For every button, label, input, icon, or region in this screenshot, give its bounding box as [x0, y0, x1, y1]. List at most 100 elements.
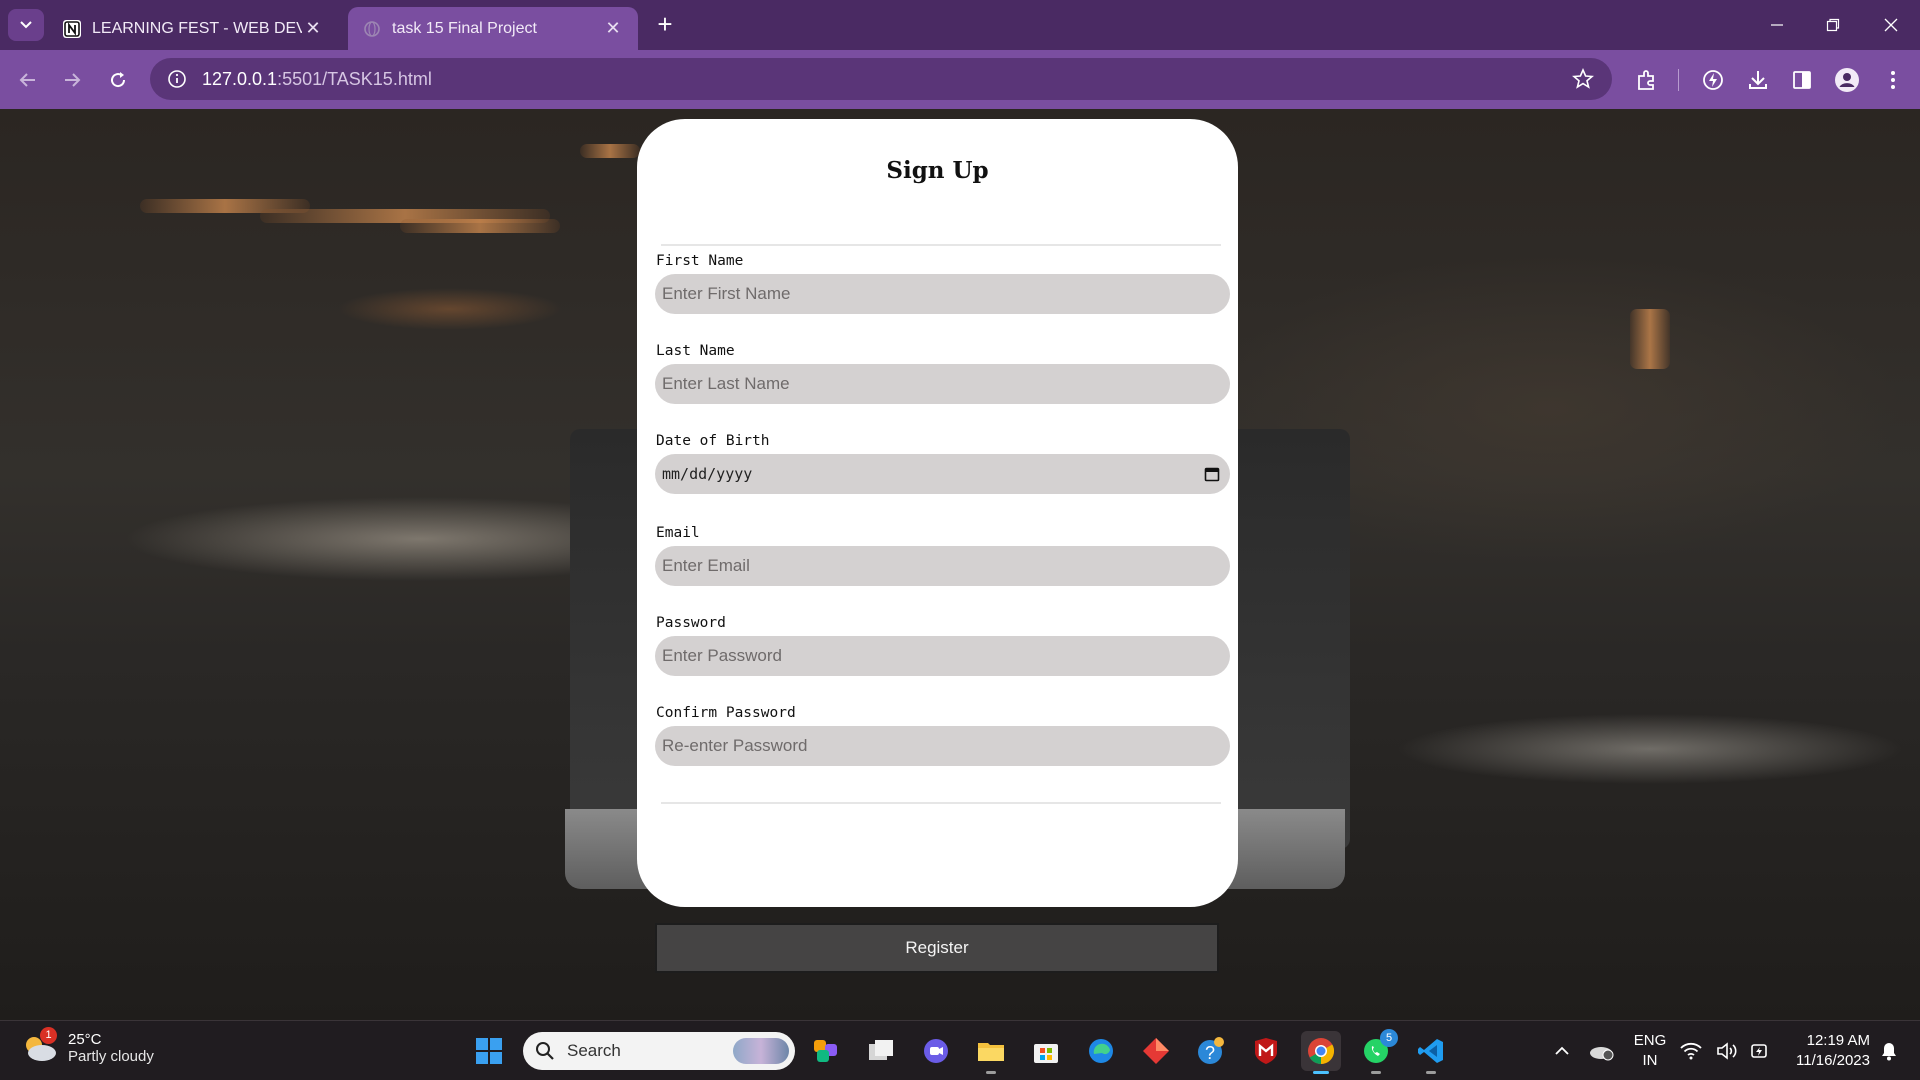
- tab-search-button[interactable]: [8, 9, 44, 41]
- battery-tray[interactable]: [1745, 1031, 1773, 1071]
- forward-button[interactable]: [54, 62, 90, 98]
- new-tab-button[interactable]: +: [650, 10, 680, 40]
- taskbar-search[interactable]: Search: [523, 1032, 795, 1070]
- cloud-sync-icon: [1590, 1047, 1614, 1061]
- background-light-streak: [580, 144, 640, 158]
- weather-condition: Partly cloudy: [68, 1048, 154, 1065]
- input-language[interactable]: ENG IN: [1630, 1031, 1670, 1071]
- running-indicator: [1371, 1071, 1381, 1074]
- diamond-app-icon: [1143, 1038, 1169, 1064]
- email-input[interactable]: Enter Email: [655, 546, 1230, 586]
- url-text: 127.0.0.1:5501/TASK15.html: [202, 69, 432, 90]
- signup-card: Sign Up First Name Enter First Name Last…: [637, 119, 1238, 907]
- taskbar-file-explorer[interactable]: [971, 1031, 1011, 1074]
- extensions-icon[interactable]: [1632, 65, 1662, 95]
- confirm-password-placeholder: Re-enter Password: [662, 736, 808, 755]
- arrow-left-icon: [19, 73, 35, 87]
- side-panel-icon[interactable]: [1787, 65, 1817, 95]
- profile-avatar-icon[interactable]: [1832, 65, 1862, 95]
- tab-learning-fest[interactable]: LEARNING FEST - WEB DEVELO ✕: [48, 7, 338, 50]
- volume-tray[interactable]: [1713, 1031, 1741, 1071]
- minimize-icon: [1771, 24, 1783, 26]
- onedrive-tray[interactable]: [1582, 1031, 1622, 1071]
- restore-icon: [1826, 18, 1840, 32]
- form-title: Sign Up: [886, 157, 989, 184]
- password-label: Password: [656, 615, 726, 631]
- minimize-button[interactable]: [1754, 8, 1800, 42]
- task-view-icon: [869, 1040, 893, 1060]
- register-button[interactable]: Register: [655, 923, 1219, 973]
- email-placeholder: Enter Email: [662, 556, 750, 575]
- browser-toolbar: 127.0.0.1:5501/TASK15.html: [0, 50, 1920, 109]
- close-icon: [1884, 18, 1898, 32]
- arrow-right-icon: [65, 73, 81, 87]
- taskbar-task-view[interactable]: [861, 1031, 901, 1071]
- teams-chat-icon: [924, 1039, 948, 1063]
- background-light-streak: [1630, 309, 1670, 369]
- site-info-icon[interactable]: [156, 69, 198, 89]
- tab-task15[interactable]: task 15 Final Project ✕: [348, 7, 638, 50]
- clock-date: 11/16/2023: [1796, 1052, 1870, 1069]
- bookmark-star-icon[interactable]: [1572, 67, 1594, 95]
- taskbar-whatsapp[interactable]: 5: [1356, 1029, 1398, 1074]
- close-tab-icon[interactable]: ✕: [302, 18, 324, 39]
- search-highlight-image: [733, 1038, 789, 1064]
- reload-button[interactable]: [100, 62, 136, 98]
- search-icon: [536, 1042, 554, 1060]
- taskbar-edge[interactable]: [1081, 1031, 1121, 1071]
- windows-icon: [476, 1038, 502, 1064]
- restore-button[interactable]: [1810, 8, 1856, 42]
- toolbar-separator: [1678, 69, 1679, 91]
- start-button[interactable]: [469, 1031, 509, 1071]
- lang-region: IN: [1642, 1052, 1658, 1069]
- dob-input[interactable]: mm/dd/yyyy: [655, 454, 1230, 494]
- close-window-button[interactable]: [1868, 8, 1914, 42]
- first-name-label: First Name: [656, 253, 744, 269]
- clock-time: 12:19 AM: [1806, 1032, 1870, 1049]
- windows-taskbar: 1 25°C Partly cloudy Search ? 5 ENG IN 1…: [0, 1020, 1920, 1080]
- dob-placeholder: mm/dd/yyyy: [662, 465, 753, 483]
- download-icon[interactable]: [1743, 65, 1773, 95]
- reload-icon: [111, 72, 126, 88]
- divider: [661, 802, 1221, 804]
- taskbar-vscode[interactable]: [1411, 1031, 1451, 1074]
- wifi-icon: [1680, 1042, 1702, 1060]
- battery-charging-icon: [1751, 1044, 1767, 1058]
- weather-badge: 1: [40, 1027, 57, 1044]
- more-menu-icon[interactable]: [1878, 65, 1908, 95]
- whatsapp-badge: 5: [1380, 1029, 1398, 1047]
- wifi-tray[interactable]: [1677, 1031, 1705, 1071]
- password-input[interactable]: Enter Password: [655, 636, 1230, 676]
- search-label: Search: [567, 1041, 621, 1060]
- lang-code: ENG: [1633, 1032, 1667, 1049]
- close-tab-icon[interactable]: ✕: [602, 18, 624, 39]
- taskbar-chrome[interactable]: [1301, 1031, 1341, 1074]
- taskbar-mcafee[interactable]: [1246, 1031, 1286, 1071]
- svg-text:?: ?: [1205, 1043, 1215, 1063]
- taskbar-copilot[interactable]: [806, 1031, 846, 1071]
- address-bar[interactable]: 127.0.0.1:5501/TASK15.html: [150, 58, 1612, 100]
- notion-icon: [63, 19, 81, 38]
- show-hidden-icons-button[interactable]: [1542, 1031, 1582, 1071]
- taskbar-app-red[interactable]: [1136, 1031, 1176, 1071]
- taskbar-teams[interactable]: [916, 1031, 956, 1071]
- chrome-icon: [1308, 1038, 1335, 1065]
- partly-cloudy-icon: 1: [22, 1027, 60, 1065]
- back-button[interactable]: [10, 62, 46, 98]
- taskbar-store[interactable]: [1026, 1031, 1066, 1071]
- performance-icon[interactable]: [1698, 65, 1728, 95]
- system-clock[interactable]: 12:19 AM 11/16/2023: [1780, 1031, 1870, 1071]
- weather-widget[interactable]: 1 25°C Partly cloudy: [22, 1027, 154, 1065]
- taskbar-get-help[interactable]: ?: [1191, 1031, 1231, 1071]
- last-name-placeholder: Enter Last Name: [662, 374, 790, 393]
- globe-icon: [364, 20, 380, 37]
- last-name-input[interactable]: Enter Last Name: [655, 364, 1230, 404]
- notification-center-button[interactable]: [1874, 1031, 1904, 1071]
- first-name-input[interactable]: Enter First Name: [655, 274, 1230, 314]
- running-indicator: [986, 1071, 996, 1074]
- tab-title: task 15 Final Project: [392, 19, 537, 37]
- calendar-icon[interactable]: [1204, 466, 1220, 482]
- chevron-down-icon: [20, 21, 32, 29]
- confirm-password-input[interactable]: Re-enter Password: [655, 726, 1230, 766]
- last-name-label: Last Name: [656, 343, 735, 359]
